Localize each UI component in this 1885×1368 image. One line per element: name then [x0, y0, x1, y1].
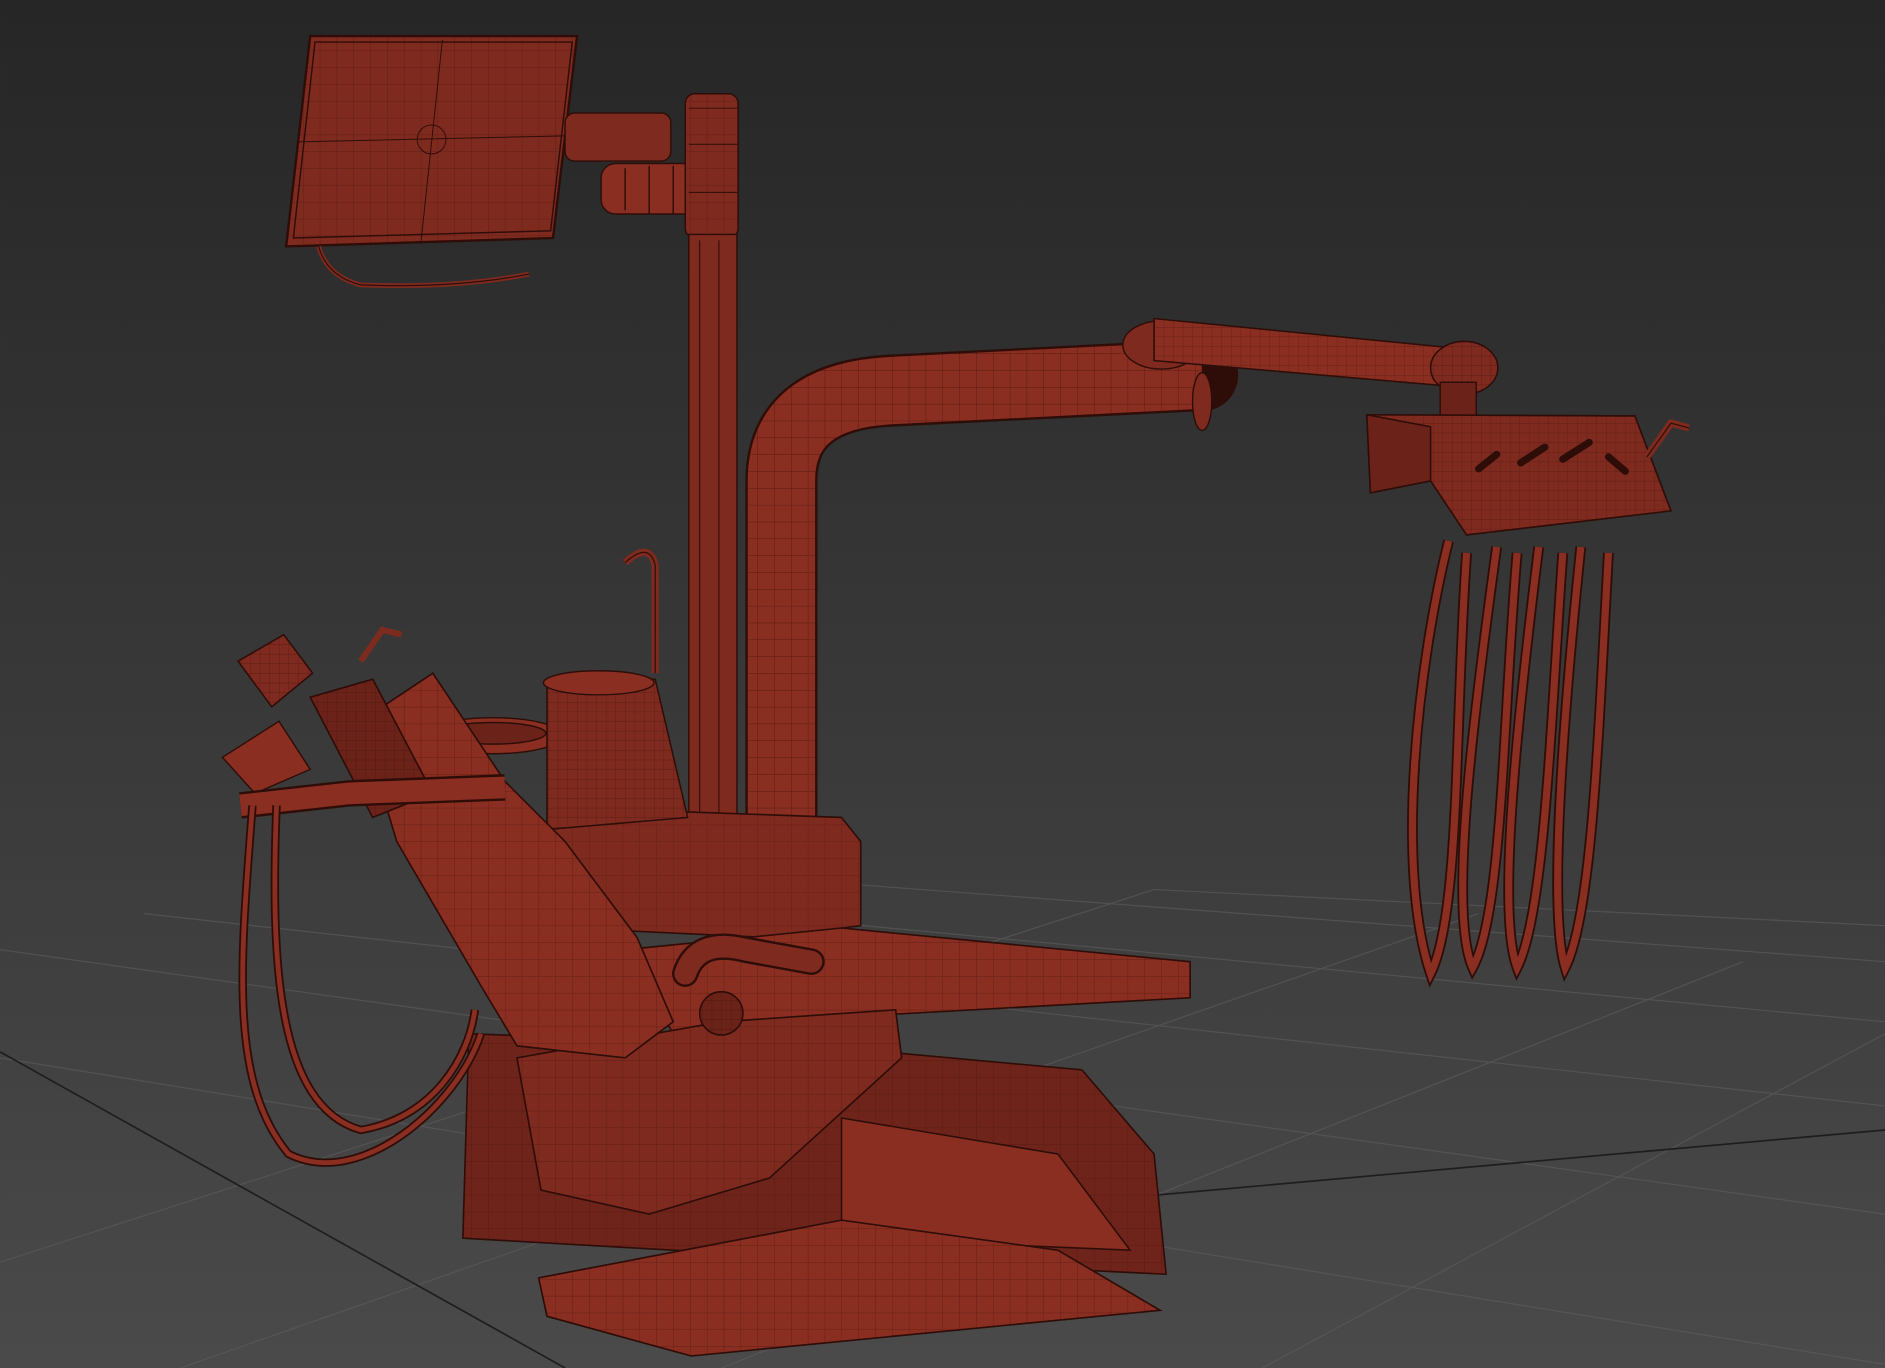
scene	[0, 0, 1885, 1368]
support-column	[684, 93, 739, 825]
3d-viewport[interactable]	[0, 0, 1885, 1368]
